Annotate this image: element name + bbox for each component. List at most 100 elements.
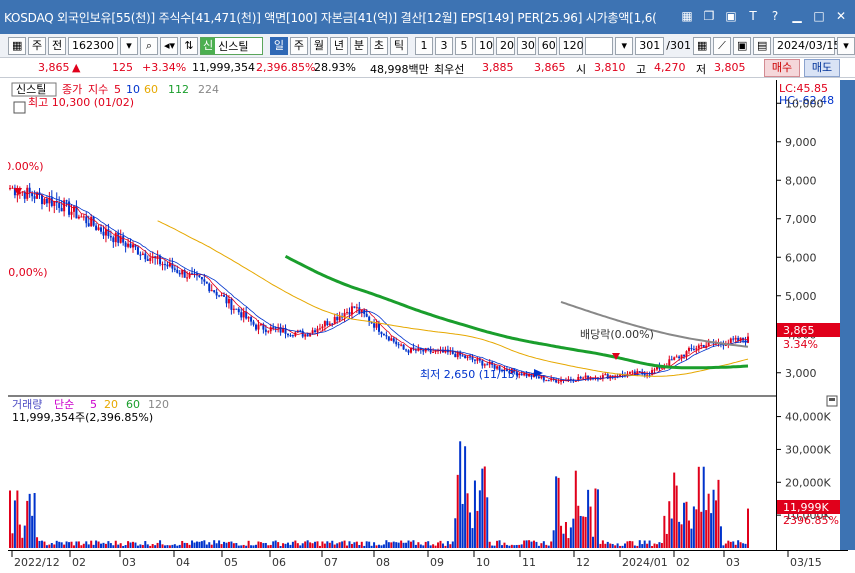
volume-bar xyxy=(523,540,526,548)
candle-body xyxy=(267,331,270,333)
count-input[interactable]: 301 xyxy=(635,36,665,55)
speaker-icon[interactable]: ◂▾ xyxy=(160,36,178,55)
help-icon[interactable]: ? xyxy=(767,8,783,24)
interval-5-button[interactable]: 5 xyxy=(455,36,474,55)
dividend-label: 배당락(0.00%) xyxy=(580,328,654,341)
period-tick-button[interactable]: 틱 xyxy=(389,36,408,55)
save-icon[interactable]: ▣ xyxy=(733,36,751,55)
volume-bar xyxy=(318,545,321,548)
search-icon[interactable]: ⌕ xyxy=(140,36,158,55)
legend-vma120: 120 xyxy=(148,398,169,411)
volume-tick-label: 30,000K xyxy=(785,443,831,456)
date-input[interactable]: 2024/03/15 xyxy=(773,36,840,55)
interval-60-button[interactable]: 60 xyxy=(537,36,557,55)
volume-value: 11,999,354 xyxy=(192,61,255,74)
volume-bar xyxy=(156,542,159,548)
volume-bar xyxy=(464,446,467,548)
candle-body xyxy=(604,374,607,376)
indicator-icon[interactable]: ⟋ xyxy=(713,36,731,55)
volume-bar xyxy=(326,541,329,548)
candle-body xyxy=(235,308,238,310)
candle-body xyxy=(223,295,226,297)
candle-body xyxy=(129,243,132,248)
candle-body xyxy=(326,321,329,326)
candle-body xyxy=(695,348,698,350)
candle-body xyxy=(198,275,201,277)
chart-grid-icon[interactable]: ▦ xyxy=(693,36,711,55)
volume-bar xyxy=(255,544,257,548)
volume-bar xyxy=(663,515,666,548)
text-icon[interactable]: T xyxy=(745,8,761,24)
code-dropdown-icon[interactable]: ▾ xyxy=(120,36,138,55)
volume-bar xyxy=(119,543,122,548)
period-month-button[interactable]: 월 xyxy=(309,36,328,55)
volume-bar xyxy=(550,541,553,548)
price-volume-chart[interactable]: 신스틸 종가 지수 5 10 60 112 224 최고 10,300 (01/… xyxy=(0,80,776,550)
pin-icon[interactable]: ▣ xyxy=(723,8,739,24)
trade-amount: 48,998백만 xyxy=(370,63,429,76)
interval-dropdown-icon[interactable]: ▾ xyxy=(615,36,634,55)
candle-body xyxy=(476,358,479,361)
close-icon[interactable]: ✕ xyxy=(833,8,849,24)
grid-icon[interactable]: ▦ xyxy=(679,8,695,24)
lock-icon[interactable]: ▤ xyxy=(753,36,771,55)
volume-bar xyxy=(16,490,19,548)
period-week-button[interactable]: 주 xyxy=(289,36,308,55)
interval-30-button[interactable]: 30 xyxy=(516,36,536,55)
volume-bar xyxy=(350,543,353,548)
layout-icon[interactable]: ▦ xyxy=(8,36,26,55)
change-arrow: ▲ xyxy=(72,61,81,74)
stock-name-field[interactable]: 신 신스틸 xyxy=(200,36,263,55)
interval-1-button[interactable]: 1 xyxy=(415,36,434,55)
chart-area[interactable]: 신스틸 종가 지수 5 10 60 112 224 최고 10,300 (01/… xyxy=(0,80,776,550)
legend-simple: 단순 xyxy=(54,398,74,411)
interval-120-button[interactable]: 120 xyxy=(558,36,584,55)
volume-bar xyxy=(299,545,302,548)
candle-body xyxy=(697,345,700,349)
candle-body xyxy=(636,371,639,375)
candle-body xyxy=(124,242,127,247)
period-year-button[interactable]: 년 xyxy=(329,36,348,55)
sell-button[interactable]: 매도 xyxy=(804,59,840,77)
interval-10-button[interactable]: 10 xyxy=(475,36,494,55)
volume-tick-label: 40,000K xyxy=(785,411,831,424)
volume-bar xyxy=(555,476,558,548)
buy-button[interactable]: 매수 xyxy=(764,59,800,77)
volume-bar xyxy=(729,541,732,548)
prev-button[interactable]: 전 xyxy=(48,36,66,55)
candle-body xyxy=(33,196,36,199)
custom-interval-input[interactable] xyxy=(585,36,614,55)
period-second-button[interactable]: 초 xyxy=(369,36,388,55)
minimize-icon[interactable]: ▁ xyxy=(789,8,805,24)
volume-bar xyxy=(301,543,304,548)
volume-bar xyxy=(446,541,449,548)
period-type-select[interactable]: 주 xyxy=(28,36,46,55)
code-input[interactable]: 162300 xyxy=(68,36,118,55)
volume-bar xyxy=(55,540,58,548)
period-minute-button[interactable]: 분 xyxy=(349,36,368,55)
candle-body xyxy=(631,371,634,373)
candle-body xyxy=(574,380,577,382)
period-day-button[interactable]: 일 xyxy=(269,36,288,55)
volume-bar xyxy=(235,543,238,548)
candle-body xyxy=(218,295,221,297)
volume-bar xyxy=(710,513,713,548)
volume-bar xyxy=(628,540,631,548)
candle-body xyxy=(304,334,307,337)
expand-icon[interactable] xyxy=(13,101,26,114)
candle-body xyxy=(230,299,233,310)
restore-icon[interactable]: ❐ xyxy=(701,8,717,24)
candle-body xyxy=(186,277,189,279)
calendar-icon[interactable]: ▾ xyxy=(837,36,855,55)
interval-3-button[interactable]: 3 xyxy=(435,36,454,55)
high-label: 고 xyxy=(636,63,647,76)
volume-bar xyxy=(9,490,11,548)
arrows-icon[interactable]: ⇅ xyxy=(180,36,198,55)
interval-20-button[interactable]: 20 xyxy=(495,36,515,55)
volume-bar xyxy=(286,542,289,548)
maximize-icon[interactable]: □ xyxy=(811,8,827,24)
current-volume-tag: 11,999K xyxy=(783,501,829,514)
volume-bar xyxy=(274,540,277,548)
volume-bar xyxy=(478,490,481,548)
candle-body xyxy=(232,308,235,310)
